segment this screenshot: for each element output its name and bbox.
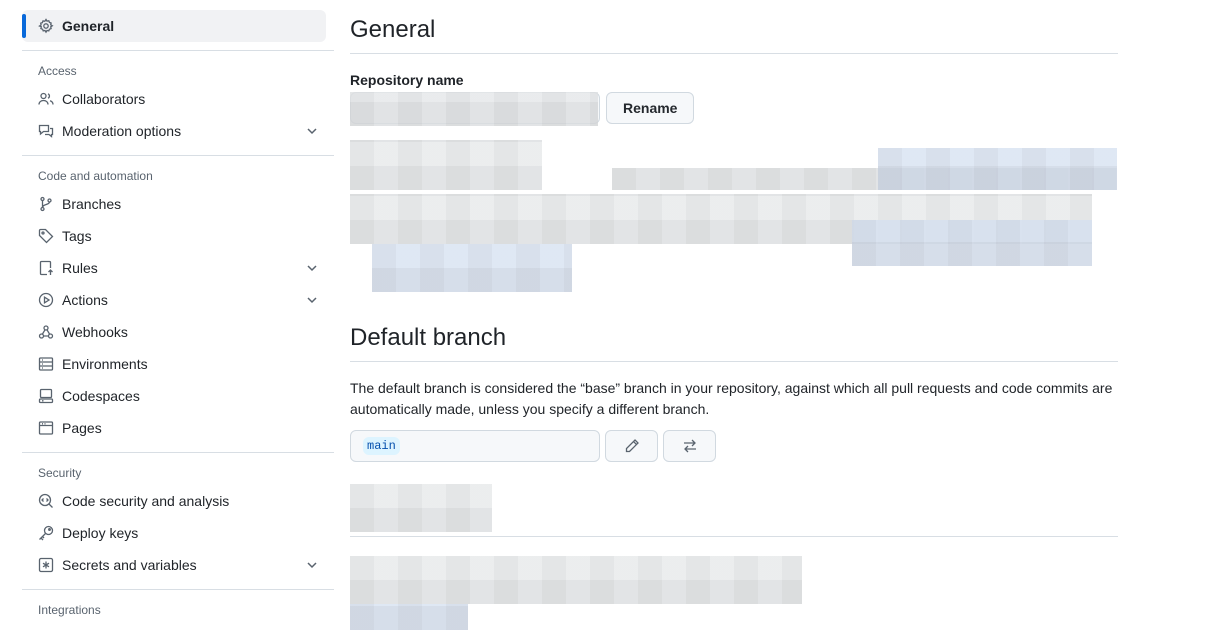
codescan-icon	[38, 493, 54, 509]
sidebar-item-secrets-and-variables[interactable]: Secrets and variables	[22, 549, 334, 581]
sidebar-item-codespaces[interactable]: Codespaces	[22, 380, 334, 412]
redacted-area	[372, 244, 572, 292]
server-icon	[38, 356, 54, 372]
default-branch-row: main	[350, 430, 1118, 462]
settings-sidebar: General Access Collaborators Moderation …	[22, 10, 334, 622]
sidebar-item-label: Code security and analysis	[62, 493, 230, 509]
sidebar-item-label: Actions	[62, 292, 108, 308]
section-title-access: Access	[38, 64, 77, 78]
section-title-integrations: Integrations	[38, 603, 101, 617]
people-icon	[38, 91, 54, 107]
sidebar-item-pages[interactable]: Pages	[22, 412, 334, 444]
pencil-icon	[625, 439, 639, 453]
play-icon	[38, 292, 54, 308]
edit-default-branch-button[interactable]	[605, 430, 658, 462]
redacted-area	[350, 556, 802, 604]
redacted-area	[852, 220, 1092, 266]
divider	[22, 589, 334, 590]
repository-name-label: Repository name	[350, 72, 464, 88]
sidebar-item-label: Collaborators	[62, 91, 146, 107]
divider	[22, 155, 334, 156]
sidebar-item-moderation-options[interactable]: Moderation options	[22, 115, 334, 147]
redacted-area	[350, 604, 468, 630]
sidebar-item-actions[interactable]: Actions	[22, 284, 334, 316]
browser-icon	[38, 420, 54, 436]
comment-discussion-icon	[38, 123, 54, 139]
section-divider	[350, 536, 1118, 537]
redacted-area	[878, 148, 1117, 190]
sidebar-item-collaborators[interactable]: Collaborators	[22, 83, 334, 115]
chevron-down-icon[interactable]	[304, 123, 320, 139]
section-title-code-and-automation: Code and automation	[38, 169, 153, 183]
sidebar-item-label: Tags	[62, 228, 92, 244]
sidebar-item-webhooks[interactable]: Webhooks	[22, 316, 334, 348]
sidebar-item-general[interactable]: General	[22, 10, 326, 42]
asterisk-icon	[38, 557, 54, 573]
sidebar-item-label: Deploy keys	[62, 525, 139, 541]
chevron-down-icon[interactable]	[304, 292, 320, 308]
codespaces-icon	[38, 388, 54, 404]
page-title: General	[350, 10, 1118, 54]
switch-default-branch-button[interactable]	[663, 430, 716, 462]
sidebar-item-tags[interactable]: Tags	[22, 220, 334, 252]
webhook-icon	[38, 324, 54, 340]
key-icon	[38, 525, 54, 541]
sidebar-item-label: Pages	[62, 420, 102, 436]
sidebar-item-deploy-keys[interactable]: Deploy keys	[22, 517, 334, 549]
sidebar-item-rules[interactable]: Rules	[22, 252, 334, 284]
sidebar-item-code-security-and-analysis[interactable]: Code security and analysis	[22, 485, 334, 517]
sidebar-item-environments[interactable]: Environments	[22, 348, 334, 380]
git-branch-icon	[38, 196, 54, 212]
sidebar-item-label: Moderation options	[62, 123, 182, 139]
sidebar-item-branches[interactable]: Branches	[22, 188, 334, 220]
sidebar-item-label: Environments	[62, 356, 148, 372]
redacted-area	[350, 484, 492, 532]
branch-name-tag: main	[363, 437, 400, 455]
sidebar-item-label: Codespaces	[62, 388, 140, 404]
sidebar-item-label: Secrets and variables	[62, 557, 197, 573]
sidebar-item-label: Rules	[62, 260, 98, 276]
default-branch-title: Default branch	[350, 318, 1118, 362]
gear-icon	[38, 18, 54, 34]
default-branch-field: main	[350, 430, 600, 462]
sidebar-item-label: Branches	[62, 196, 122, 212]
redacted-area	[350, 140, 542, 190]
redacted-area	[350, 92, 598, 126]
divider	[22, 50, 334, 51]
rename-button[interactable]: Rename	[606, 92, 695, 124]
sidebar-item-label: General	[62, 18, 115, 34]
sidebar-item-label: Webhooks	[62, 324, 128, 340]
chevron-down-icon[interactable]	[304, 260, 320, 276]
default-branch-description: The default branch is considered the “ba…	[350, 380, 1113, 417]
section-title-security: Security	[38, 466, 82, 480]
arrow-switch-icon	[683, 439, 696, 453]
chevron-down-icon[interactable]	[304, 557, 320, 573]
divider	[22, 452, 334, 453]
tag-icon	[38, 228, 54, 244]
repo-push-icon	[38, 260, 54, 276]
